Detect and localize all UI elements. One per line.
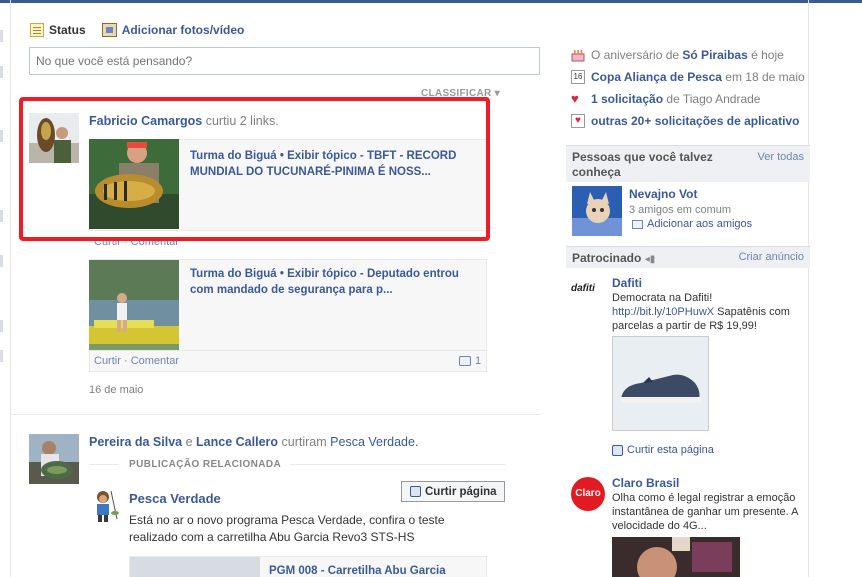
birthday-suffix: é hoje bbox=[751, 48, 784, 62]
status-input[interactable] bbox=[29, 47, 540, 75]
add-friend-icon bbox=[632, 219, 643, 229]
like-page-button[interactable]: Curtir página bbox=[401, 481, 505, 502]
sub-link-thumbnail[interactable] bbox=[130, 557, 260, 577]
like-page-label: Curtir página bbox=[425, 485, 497, 498]
left-column-divider bbox=[10, 0, 11, 577]
birthday-prefix: O aniversário de bbox=[591, 48, 680, 62]
edge-mark bbox=[0, 210, 3, 222]
page-name-link[interactable]: Pesca Verdade bbox=[129, 491, 221, 506]
sponsored-title: Patrocinado bbox=[572, 251, 642, 265]
ad1-like-label: Curtir esta página bbox=[627, 444, 714, 456]
event-suffix: em 18 de maio bbox=[725, 70, 805, 84]
request-row: ♥ 1 solicitação de Tiago Andrade bbox=[571, 91, 761, 107]
related-label: PUBLICAÇÃO RELACIONADA bbox=[129, 459, 282, 470]
edge-mark bbox=[0, 350, 3, 362]
comment-bubble-icon bbox=[459, 356, 471, 366]
related-rule-left bbox=[89, 464, 119, 465]
related-rule-right bbox=[290, 464, 505, 465]
ad1-body: Democrata na Dafiti! http://bit.ly/10PHu… bbox=[612, 291, 802, 333]
composer-tabs: Status Adicionar fotos/vídeo bbox=[30, 21, 244, 39]
tab-status-label: Status bbox=[49, 23, 86, 37]
request-suffix: de Tiago Andrade bbox=[666, 92, 761, 106]
avatar-pereira[interactable] bbox=[29, 434, 79, 484]
ad1-image[interactable] bbox=[612, 336, 709, 431]
edge-mark bbox=[0, 130, 3, 142]
pymk-header: Pessoas que você talvez conheça Ver toda… bbox=[566, 145, 810, 182]
megaphone-icon: ◂▮ bbox=[644, 254, 656, 265]
birthday-row: O aniversário de Só Piraibas é hoje bbox=[571, 48, 784, 62]
comment-count-value: 1 bbox=[475, 355, 482, 367]
ad1-url[interactable]: http://bit.ly/10PHuwX bbox=[612, 306, 714, 318]
top-bar bbox=[0, 0, 862, 3]
app-requests-row: ♥ outras 20+ solicitações de aplicativo bbox=[571, 114, 799, 128]
tab-status[interactable]: Status bbox=[30, 23, 86, 37]
status-icon bbox=[30, 23, 44, 37]
post2-verb: curtiram bbox=[281, 435, 327, 449]
pymk-avatar[interactable] bbox=[572, 186, 622, 236]
ad2-title[interactable]: Claro Brasil bbox=[612, 476, 679, 490]
app-request-icon: ♥ bbox=[571, 114, 585, 128]
request-link[interactable]: 1 solicitação bbox=[591, 92, 663, 106]
ad2-text: Olha como é legal registrar a emoção ins… bbox=[612, 492, 798, 532]
ad2-image[interactable] bbox=[612, 537, 740, 577]
sponsored-header: Patrocinado ◂▮ Criar anúncio bbox=[566, 246, 810, 268]
thumbs-up-icon bbox=[410, 486, 421, 497]
link2-actions: Curtir · Comentar bbox=[94, 355, 179, 367]
post2-header: Pereira da Silva e Lance Callero curtira… bbox=[89, 435, 418, 449]
edge-mark bbox=[0, 255, 3, 267]
tab-add-photo[interactable]: Adicionar fotos/vídeo bbox=[101, 23, 245, 37]
edge-mark bbox=[0, 66, 3, 78]
pymk-name[interactable]: Nevajno Vot bbox=[629, 187, 697, 201]
photo-icon bbox=[101, 23, 117, 37]
calendar-icon: 16 bbox=[571, 70, 585, 84]
link2-thumbnail[interactable] bbox=[89, 260, 179, 350]
event-link[interactable]: Copa Aliança de Pesca bbox=[591, 70, 722, 84]
ad1-title[interactable]: Dafiti bbox=[612, 276, 642, 290]
event-row: 16 Copa Aliança de Pesca em 18 de maio bbox=[571, 70, 805, 84]
pymk-title: Pessoas que você talvez conheça bbox=[572, 150, 713, 179]
page-link[interactable]: Pesca Verdade. bbox=[330, 435, 418, 449]
actor2-link[interactable]: Lance Callero bbox=[196, 435, 278, 449]
edge-mark bbox=[0, 320, 3, 332]
right-column-divider bbox=[808, 0, 809, 577]
conj-text: e bbox=[185, 435, 193, 449]
post2-text: Está no ar o novo programa Pesca Verdade… bbox=[129, 513, 445, 544]
link2-title[interactable]: Turma do Biguá • Exibir tópico - Deputad… bbox=[190, 266, 475, 298]
add-friend-label: Adicionar aos amigos bbox=[647, 218, 753, 230]
sub-link-title[interactable]: PGM 008 - Carretilha Abu Garcia bbox=[269, 563, 479, 577]
comment-count[interactable]: 1 bbox=[459, 355, 481, 367]
highlight-box bbox=[19, 97, 490, 241]
see-all-link[interactable]: Ver todas bbox=[758, 150, 804, 165]
ad1-like[interactable]: Curtir esta página bbox=[612, 444, 714, 456]
pymk-mutual[interactable]: 3 amigos em comum bbox=[629, 204, 731, 216]
dafiti-logo[interactable]: dafiti bbox=[571, 283, 607, 297]
calendar-day: 16 bbox=[573, 72, 583, 81]
claro-logo[interactable]: Claro bbox=[571, 477, 605, 511]
thumbs-up-icon bbox=[612, 444, 623, 456]
link2-divider bbox=[90, 350, 486, 351]
create-ad-link[interactable]: Criar anúncio bbox=[739, 251, 804, 263]
comment-link[interactable]: Comentar bbox=[131, 355, 179, 367]
add-friend-button[interactable]: Adicionar aos amigos bbox=[632, 218, 752, 230]
edge-mark bbox=[0, 30, 3, 42]
app-requests-link[interactable]: outras 20+ solicitações de aplicativo bbox=[591, 114, 799, 128]
ad1-line1: Democrata na Dafiti! bbox=[612, 292, 713, 304]
actor1-link[interactable]: Pereira da Silva bbox=[89, 435, 182, 449]
cake-icon bbox=[571, 48, 585, 62]
like-link[interactable]: Curtir bbox=[94, 355, 121, 367]
birthday-name-link[interactable]: Só Piraibas bbox=[682, 48, 747, 62]
dot-separator: · bbox=[123, 355, 131, 367]
heart-icon: ♥ bbox=[571, 91, 579, 106]
tab-add-photo-label: Adicionar fotos/vídeo bbox=[121, 23, 245, 37]
post1-timestamp[interactable]: 16 de maio bbox=[89, 384, 143, 396]
pesca-verdade-logo-icon[interactable] bbox=[89, 489, 121, 523]
post-divider bbox=[11, 414, 541, 415]
